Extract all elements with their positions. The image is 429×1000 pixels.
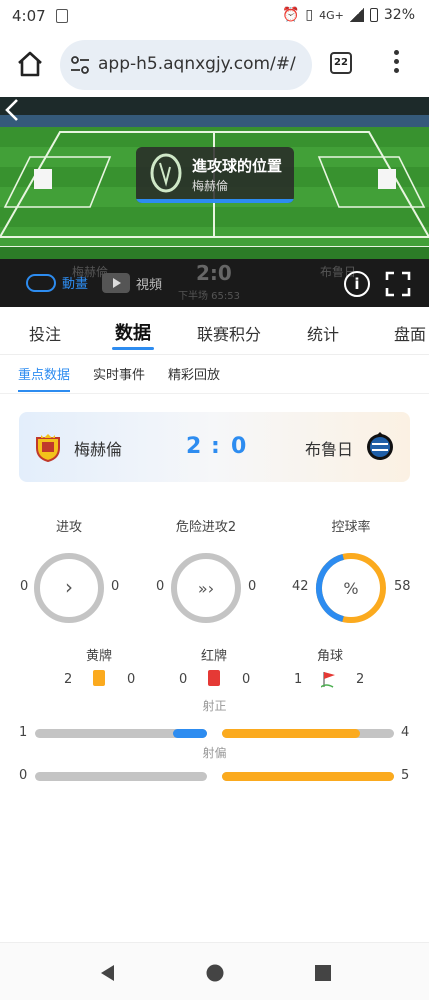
signal-icon — [349, 8, 364, 22]
tab-odds[interactable]: 盘面 — [394, 321, 426, 345]
stat-away-dangerous-attack: 0 — [248, 579, 257, 594]
away-crest-icon — [367, 432, 393, 460]
stat-title-off-target: 射偏 — [202, 746, 227, 760]
alarm-icon: ⏰ — [281, 7, 300, 23]
stat-home-possession: 42 — [292, 579, 309, 594]
stat-home-dangerous-attack: 0 — [156, 579, 165, 594]
on-target-away-track — [222, 729, 394, 738]
status-icons: ⏰ ▯ 4G+ 32% — [282, 7, 415, 23]
off-target-away: 5 — [401, 768, 410, 783]
corner-flag-icon — [321, 672, 335, 688]
on-target-home: 1 — [19, 725, 28, 740]
video-label: 視頻 — [136, 277, 163, 293]
active-subtab-indicator — [18, 390, 70, 392]
score-separator: : — [211, 434, 220, 459]
stat-title-red: 红牌 — [200, 649, 227, 664]
tab-league-table[interactable]: 联赛积分 — [197, 321, 261, 345]
status-bar: 4:07 ⏰ ▯ 4G+ 32% — [0, 0, 429, 34]
back-arrow-icon[interactable] — [0, 97, 26, 123]
home-icon[interactable] — [14, 48, 46, 80]
nav-back-icon[interactable] — [98, 963, 118, 983]
attack-icon — [150, 153, 182, 193]
stat-title-yellow: 黄牌 — [85, 649, 112, 664]
subtab-key-data[interactable]: 重点数据 — [18, 364, 70, 383]
tab-data[interactable]: 数据 — [115, 319, 151, 345]
stat-title-possession: 控球率 — [331, 520, 371, 535]
match-animation-pitch: 進攻球的位置 梅赫倫 — [0, 97, 429, 259]
corner-home: 1 — [294, 672, 303, 687]
ghost-score: 2:0 — [196, 261, 232, 285]
tab-statistics[interactable]: 统计 — [307, 321, 339, 345]
off-target-home-track — [35, 772, 207, 781]
nav-recents-icon[interactable] — [313, 963, 333, 983]
system-nav-bar — [0, 942, 429, 1000]
on-target-away-fill — [222, 729, 360, 738]
event-popup: 進攻球的位置 梅赫倫 — [136, 147, 294, 203]
info-icon[interactable]: i — [344, 271, 370, 297]
overflow-menu-icon[interactable] — [392, 50, 400, 76]
animation-toggle[interactable]: 動畫 — [26, 273, 88, 292]
on-target-away: 4 — [401, 725, 410, 740]
stat-title-dangerous-attack: 危险进攻2 — [175, 520, 237, 535]
on-target-home-fill — [172, 729, 207, 738]
off-target-home: 0 — [19, 768, 28, 783]
fullscreen-icon[interactable] — [385, 271, 411, 297]
event-team: 梅赫倫 — [192, 179, 229, 193]
battery-level: 32% — [383, 7, 415, 23]
score-panel: 梅赫倫 2 : 0 布鲁日 — [19, 412, 410, 482]
event-progress — [136, 199, 294, 203]
active-tab-indicator — [112, 347, 154, 350]
on-target-home-track — [35, 729, 207, 738]
nav-home-icon[interactable] — [205, 963, 225, 983]
sim-icon — [56, 9, 68, 23]
yellow-away: 0 — [127, 672, 136, 687]
stat-title-corner: 角球 — [316, 649, 343, 664]
chevron-right-icon: › — [65, 575, 73, 599]
dangerous-attack-ring: »› — [171, 553, 241, 623]
away-team-name: 布鲁日 — [305, 440, 354, 459]
sub-tabs: 重点数据 实时事件 精彩回放 — [0, 356, 429, 394]
red-away: 0 — [242, 672, 251, 687]
subtab-live-events[interactable]: 实时事件 — [93, 364, 145, 383]
animation-icon — [26, 273, 56, 292]
address-bar[interactable]: app-h5.aqnxgjy.com/#/ — [60, 40, 312, 90]
stat-away-possession: 58 — [394, 579, 411, 594]
off-target-away-track — [222, 772, 394, 781]
network-label: 4G+ — [319, 8, 344, 22]
red-card-icon — [208, 670, 220, 686]
battery-icon — [369, 8, 378, 22]
home-score: 2 — [186, 434, 202, 459]
triple-chevron-icon: »› — [198, 579, 214, 598]
attack-ring: › — [34, 553, 104, 623]
video-control-bar: 梅赫倫 2:0 下半场 65:53 布鲁日 動畫 視頻 i — [0, 259, 429, 307]
video-toggle[interactable]: 視頻 — [102, 273, 162, 293]
browser-toolbar: app-h5.aqnxgjy.com/#/ 22 — [0, 34, 429, 96]
stat-home-attack: 0 — [20, 579, 29, 594]
home-team-name: 梅赫倫 — [74, 440, 123, 459]
stat-title-on-target: 射正 — [202, 699, 227, 713]
status-time: 4:07 — [12, 7, 46, 25]
stat-title-attack: 进攻 — [55, 520, 82, 535]
event-title: 進攻球的位置 — [192, 157, 283, 175]
red-home: 0 — [179, 672, 188, 687]
yellow-home: 2 — [64, 672, 73, 687]
possession-ring: % — [316, 553, 386, 623]
main-tabs: 投注 数据 联赛积分 统计 盘面 — [0, 307, 429, 355]
away-score: 0 — [231, 434, 247, 459]
off-target-away-fill — [222, 772, 394, 781]
animation-label: 動畫 — [62, 277, 89, 292]
subtab-highlights[interactable]: 精彩回放 — [168, 364, 220, 383]
corner-away: 2 — [356, 672, 365, 687]
url-text[interactable]: app-h5.aqnxgjy.com/#/ — [98, 54, 306, 74]
percent-icon: % — [343, 579, 358, 598]
vibrate-icon: ▯ — [305, 7, 314, 23]
site-settings-icon[interactable] — [70, 56, 90, 74]
tab-betting[interactable]: 投注 — [29, 321, 61, 345]
yellow-card-icon — [93, 670, 105, 686]
ghost-time: 下半场 65:53 — [178, 291, 240, 302]
stat-away-attack: 0 — [111, 579, 120, 594]
tab-switcher-button[interactable]: 22 — [330, 52, 352, 74]
play-icon — [102, 273, 130, 293]
home-crest-icon — [36, 434, 60, 462]
